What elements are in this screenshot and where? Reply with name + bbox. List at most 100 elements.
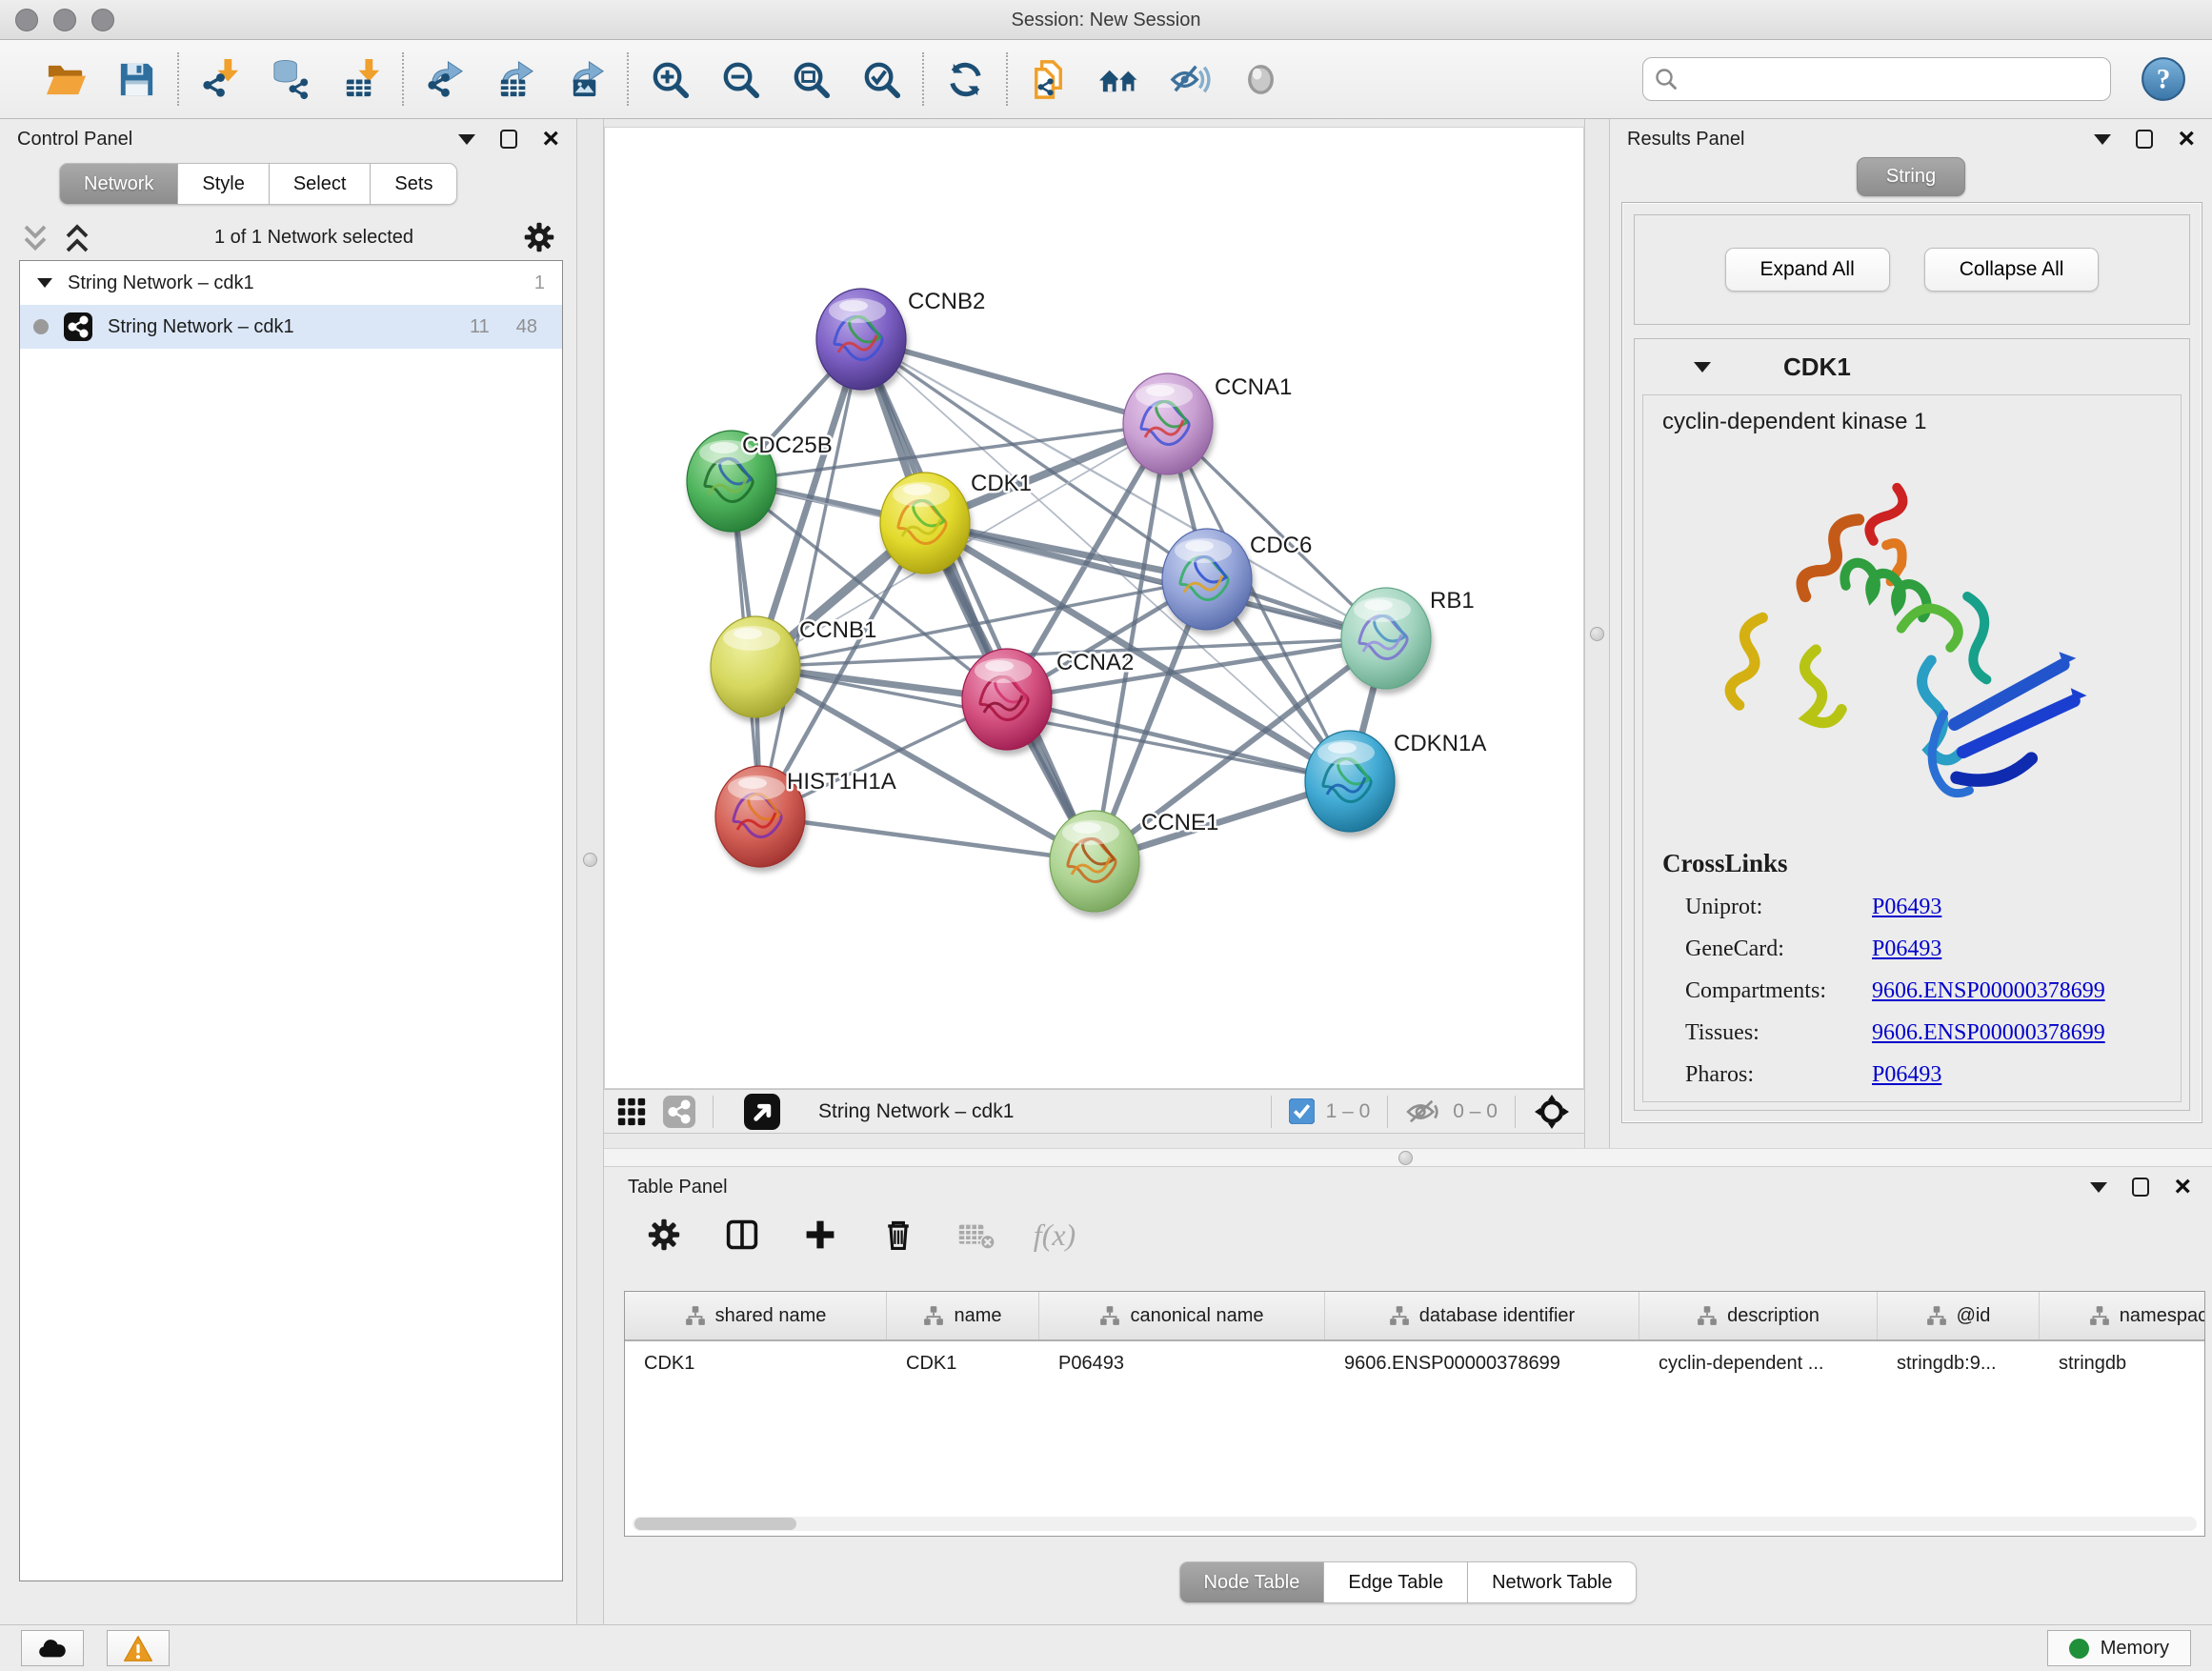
column-header-sharedname[interactable]: shared name — [625, 1292, 887, 1339]
refresh-view-button[interactable] — [941, 55, 989, 103]
selected-checkbox-icon[interactable] — [1289, 1098, 1315, 1124]
fit-selection-crosshair-icon[interactable] — [1533, 1093, 1571, 1131]
bottom-splitter[interactable] — [604, 1148, 2212, 1167]
grid-view-icon[interactable] — [617, 1097, 646, 1126]
help-button[interactable]: ? — [2140, 55, 2187, 103]
tab-sets[interactable]: Sets — [371, 163, 457, 205]
zoom-out-button[interactable] — [716, 55, 764, 103]
float-panel-icon[interactable] — [2136, 130, 2153, 149]
tab-string[interactable]: String — [1857, 157, 1965, 196]
close-panel-icon[interactable]: × — [2174, 1178, 2191, 1197]
delete-column-icon — [881, 1218, 915, 1252]
crosslink-link[interactable]: P06493 — [1872, 1062, 1941, 1088]
network-options-gear-icon[interactable] — [523, 221, 555, 253]
tab-style[interactable]: Style — [178, 163, 269, 205]
hidden-eye-icon[interactable] — [1405, 1097, 1441, 1126]
import-table-file-button[interactable] — [337, 55, 385, 103]
clone-network-button[interactable] — [1025, 55, 1073, 103]
crosslink-link[interactable]: 9606.ENSP00000378699 — [1872, 978, 2105, 1004]
network-canvas[interactable]: CCNB2CCNA1CDC25BCDK1CDC6RB1CCNB1CCNA2CDK… — [604, 127, 1584, 1089]
network-node-rb1[interactable]: RB1 — [1341, 588, 1475, 689]
expand-all-icon[interactable] — [63, 222, 91, 252]
toggle-graphics-details-button[interactable] — [1166, 55, 1214, 103]
tree-expander-icon[interactable] — [37, 278, 52, 288]
manage-columns-button[interactable] — [724, 1217, 760, 1253]
table-cell[interactable]: stringdb — [2040, 1353, 2205, 1375]
column-header-databaseidentifier[interactable]: database identifier — [1325, 1292, 1639, 1339]
open-file-button[interactable] — [42, 55, 90, 103]
table-cell[interactable]: 9606.ENSP00000378699 — [1325, 1353, 1639, 1375]
column-header-id[interactable]: @id — [1878, 1292, 2040, 1339]
left-splitter-handle[interactable] — [583, 853, 597, 867]
network-graph[interactable]: CCNB2CCNA1CDC25BCDK1CDC6RB1CCNB1CCNA2CDK… — [605, 128, 1584, 1089]
import-network-file-button[interactable] — [196, 55, 244, 103]
add-column-button[interactable] — [802, 1217, 838, 1253]
collapse-all-icon[interactable] — [21, 222, 50, 252]
float-panel-icon[interactable] — [500, 130, 517, 149]
zoom-selected-button[interactable] — [857, 55, 905, 103]
table-cell[interactable]: CDK1 — [625, 1353, 887, 1375]
column-header-description[interactable]: description — [1639, 1292, 1878, 1339]
panel-menu-icon[interactable] — [2094, 134, 2111, 145]
table-settings-button[interactable] — [646, 1217, 682, 1253]
cloud-button[interactable] — [21, 1630, 84, 1666]
export-image-button[interactable] — [562, 55, 610, 103]
tab-edge-table[interactable]: Edge Table — [1324, 1561, 1468, 1603]
table-cell[interactable]: cyclin-dependent ... — [1639, 1353, 1878, 1375]
table-cell[interactable]: P06493 — [1039, 1353, 1325, 1375]
zoom-in-button[interactable] — [646, 55, 694, 103]
warnings-button[interactable] — [107, 1630, 170, 1666]
tab-select[interactable]: Select — [270, 163, 372, 205]
table-cell[interactable]: stringdb:9... — [1878, 1353, 2040, 1375]
memory-button[interactable]: Memory — [2047, 1630, 2191, 1666]
search-input[interactable] — [1642, 57, 2111, 101]
export-table-button[interactable] — [492, 55, 539, 103]
network-node-ccna1[interactable]: CCNA1 — [1123, 373, 1292, 474]
zoom-fit-button[interactable] — [787, 55, 835, 103]
network-node-hist1h1a[interactable]: HIST1H1A — [715, 766, 896, 867]
close-panel-icon[interactable]: × — [542, 130, 559, 149]
right-splitter-handle[interactable] — [1590, 627, 1604, 641]
left-splitter[interactable] — [576, 119, 604, 1624]
network-node-cdc25b[interactable]: CDC25B — [687, 431, 833, 532]
crosslink-link[interactable]: 9606.ENSP00000378699 — [1872, 1020, 2105, 1046]
delete-column-button[interactable] — [880, 1217, 916, 1253]
column-header-namespace[interactable]: namespace — [2040, 1292, 2205, 1339]
network-node-cdkn1a[interactable]: CDKN1A — [1305, 731, 1486, 832]
crosslink-link[interactable]: P06493 — [1872, 936, 1941, 962]
tab-network[interactable]: Network — [59, 163, 178, 205]
crosslink-link[interactable]: P06493 — [1872, 895, 1941, 920]
scrollbar-thumb[interactable] — [634, 1518, 796, 1530]
birds-eye-open-icon[interactable] — [744, 1094, 780, 1130]
export-network-button[interactable] — [421, 55, 469, 103]
network-node-ccne1[interactable]: CCNE1 — [1050, 810, 1218, 912]
table-cell[interactable]: CDK1 — [887, 1353, 1039, 1375]
network-row[interactable]: String Network – cdk1 11 48 — [20, 305, 562, 349]
gene-entry-header[interactable]: CDK1 — [1635, 339, 2189, 394]
float-panel-icon[interactable] — [2132, 1178, 2149, 1197]
share-network-icon[interactable] — [663, 1096, 695, 1128]
show-home-button[interactable] — [1096, 55, 1143, 103]
toggle-birds-eye-button[interactable] — [1237, 55, 1284, 103]
bottom-splitter-handle[interactable] — [1398, 1151, 1413, 1165]
expand-all-button[interactable]: Expand All — [1725, 248, 1890, 292]
table-horizontal-scrollbar[interactable] — [633, 1517, 2197, 1531]
tab-network-table[interactable]: Network Table — [1468, 1561, 1637, 1603]
network-node-cdk1[interactable]: CDK1 — [880, 471, 1032, 574]
network-edge[interactable] — [760, 816, 1095, 861]
close-panel-icon[interactable]: × — [2178, 130, 2195, 149]
panel-menu-icon[interactable] — [2090, 1182, 2107, 1193]
table-row[interactable]: CDK1CDK1P064939606.ENSP00000378699cyclin… — [625, 1341, 2204, 1385]
panel-menu-icon[interactable] — [458, 134, 475, 145]
save-session-button[interactable] — [112, 55, 160, 103]
import-network-database-button[interactable] — [267, 55, 314, 103]
edge-count: 48 — [516, 316, 537, 338]
right-splitter[interactable] — [1584, 119, 1610, 1148]
network-collection-row[interactable]: String Network – cdk1 1 — [20, 261, 562, 305]
column-header-canonicalname[interactable]: canonical name — [1039, 1292, 1325, 1339]
collapse-all-button[interactable]: Collapse All — [1924, 248, 2100, 292]
entry-expander-icon[interactable] — [1694, 362, 1711, 372]
tab-node-table[interactable]: Node Table — [1179, 1561, 1325, 1603]
column-header-name[interactable]: name — [887, 1292, 1039, 1339]
network-edge[interactable] — [760, 339, 861, 816]
